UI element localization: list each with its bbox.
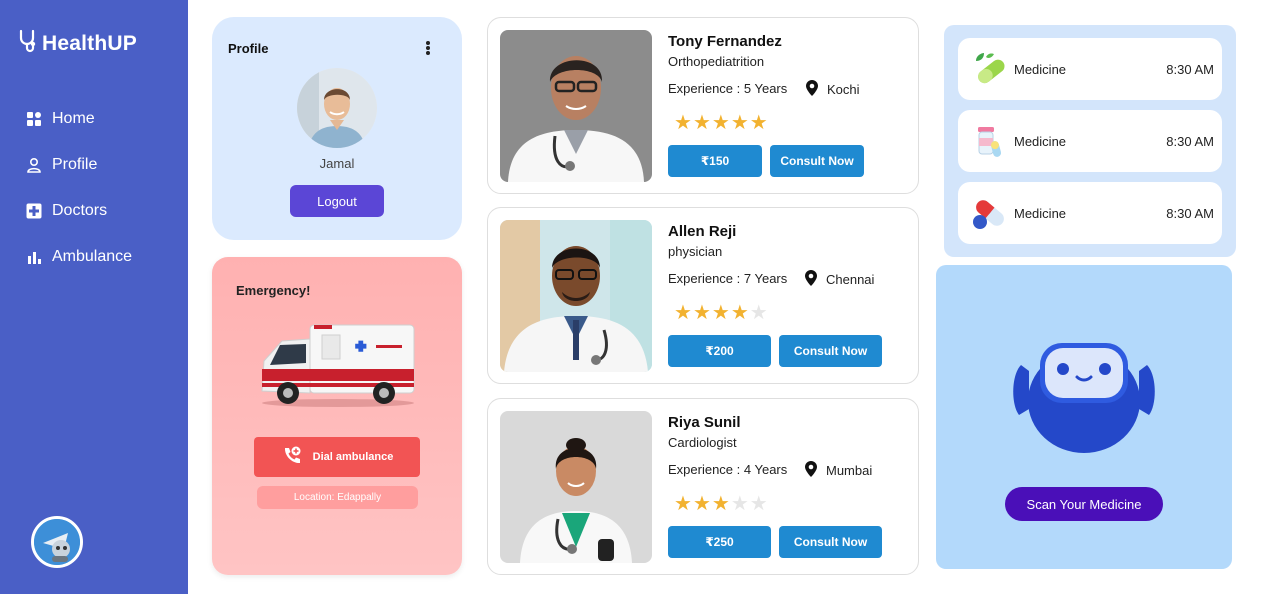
leaf-pill-icon <box>972 51 1008 87</box>
star-icon: ★ <box>730 112 750 134</box>
star-icon: ★ <box>711 112 731 134</box>
emergency-title: Emergency! <box>236 283 311 298</box>
star-icon: ★ <box>749 493 769 515</box>
more-options-icon[interactable] <box>422 39 434 57</box>
support-bot-avatar[interactable] <box>31 516 83 568</box>
price-button[interactable]: ₹150 <box>668 145 762 177</box>
doctor-location: Mumbai <box>805 461 872 480</box>
sidebar-item-label: Ambulance <box>52 248 133 265</box>
doctor-city: Mumbai <box>826 463 873 478</box>
doctor-location: Kochi <box>806 80 860 99</box>
doctor-photo <box>500 220 652 372</box>
profile-card: Profile Jamal Logout <box>212 17 462 240</box>
pill-bottle-icon <box>972 123 1008 159</box>
logout-button[interactable]: Logout <box>290 185 384 217</box>
rating-stars: ★★★★★ <box>674 300 769 325</box>
location-pin-icon <box>806 80 818 99</box>
star-icon: ★ <box>692 112 712 134</box>
bar-chart-icon <box>25 249 42 266</box>
support-bot-icon <box>34 519 80 565</box>
sidebar-item-label: Profile <box>52 156 98 173</box>
medicine-label: Medicine <box>1014 62 1067 77</box>
brand-name: HealthUP <box>42 31 137 55</box>
star-icon: ★ <box>749 112 769 134</box>
doctor-experience: Experience : 4 Years <box>668 462 788 477</box>
doctor-location: Chennai <box>805 270 874 289</box>
consult-now-button[interactable]: Consult Now <box>770 145 864 177</box>
ambulance-illustration <box>258 319 418 409</box>
brand-logo[interactable]: HealthUP <box>18 29 137 58</box>
price-button[interactable]: ₹200 <box>668 335 771 367</box>
doctor-name: Riya Sunil <box>668 414 741 431</box>
star-icon: ★ <box>730 493 750 515</box>
emergency-card: Emergency! Dial ambulance Location: Edap… <box>212 257 462 575</box>
star-icon: ★ <box>674 302 693 324</box>
sidebar: HealthUP Home Profile Doctors Ambulance <box>0 0 188 594</box>
scan-medicine-button[interactable]: Scan Your Medicine <box>1005 487 1163 521</box>
doctor-specialty: Orthopediatrition <box>668 54 765 69</box>
doctor-specialty: Cardiologist <box>668 435 737 450</box>
sidebar-item-label: Doctors <box>52 202 108 219</box>
doctor-card[interactable]: Riya Sunil Cardiologist Experience : 4 Y… <box>487 398 919 575</box>
doctor-city: Kochi <box>827 82 860 97</box>
medicine-time: 8:30 AM <box>1166 134 1214 149</box>
phone-plus-icon <box>281 445 303 470</box>
medical-cross-icon <box>25 203 42 220</box>
medicine-time: 8:30 AM <box>1166 62 1214 77</box>
medicine-schedule-panel: Medicine 8:30 AM Medicine 8:30 AM Medici… <box>944 25 1236 257</box>
doctor-name: Tony Fernandez <box>668 33 782 50</box>
consult-now-button[interactable]: Consult Now <box>779 335 882 367</box>
doctor-card[interactable]: Allen Reji physician Experience : 7 Year… <box>487 207 919 384</box>
doctor-city: Chennai <box>826 272 875 287</box>
sidebar-nav: Home Profile Doctors Ambulance <box>0 96 188 280</box>
star-icon: ★ <box>711 302 731 324</box>
doctor-experience: Experience : 5 Years <box>668 81 788 96</box>
star-icon: ★ <box>692 493 712 515</box>
medicine-label: Medicine <box>1014 134 1067 149</box>
doctor-photo <box>500 30 652 182</box>
robot-icon <box>1009 335 1159 455</box>
doctor-photo <box>500 411 652 563</box>
star-icon: ★ <box>674 493 693 515</box>
sidebar-item-ambulance[interactable]: Ambulance <box>0 234 188 280</box>
star-icon: ★ <box>692 302 712 324</box>
sidebar-item-profile[interactable]: Profile <box>0 142 188 188</box>
doctor-experience: Experience : 7 Years <box>668 271 788 286</box>
home-grid-icon <box>25 111 42 128</box>
stethoscope-icon <box>18 29 36 58</box>
profile-card-title: Profile <box>228 41 269 56</box>
capsule-icon <box>972 195 1008 231</box>
user-icon <box>25 157 42 174</box>
medicine-reminder[interactable]: Medicine 8:30 AM <box>958 38 1222 100</box>
rating-stars: ★★★★★ <box>674 491 769 516</box>
dial-ambulance-label: Dial ambulance <box>312 451 394 463</box>
star-icon: ★ <box>749 302 769 324</box>
medicine-label: Medicine <box>1014 206 1067 221</box>
medicine-scanner-card: Scan Your Medicine <box>936 265 1232 569</box>
star-icon: ★ <box>711 493 731 515</box>
doctor-specialty: physician <box>668 244 723 259</box>
star-icon: ★ <box>674 112 693 134</box>
medicine-reminder[interactable]: Medicine 8:30 AM <box>958 182 1222 244</box>
medicine-time: 8:30 AM <box>1166 206 1214 221</box>
rating-stars: ★★★★★ <box>674 110 769 135</box>
dial-ambulance-button[interactable]: Dial ambulance <box>254 437 420 477</box>
location-badge: Location: Edappally <box>257 486 418 509</box>
doctor-card[interactable]: Tony Fernandez Orthopediatrition Experie… <box>487 17 919 194</box>
doctor-name: Allen Reji <box>668 223 737 240</box>
price-button[interactable]: ₹250 <box>668 526 771 558</box>
location-pin-icon <box>805 461 817 480</box>
sidebar-item-doctors[interactable]: Doctors <box>0 188 188 234</box>
medicine-reminder[interactable]: Medicine 8:30 AM <box>958 110 1222 172</box>
profile-name: Jamal <box>319 156 355 171</box>
avatar <box>297 68 377 148</box>
star-icon: ★ <box>730 302 750 324</box>
sidebar-item-label: Home <box>52 110 95 127</box>
location-pin-icon <box>805 270 817 289</box>
sidebar-item-home[interactable]: Home <box>0 96 188 142</box>
consult-now-button[interactable]: Consult Now <box>779 526 882 558</box>
